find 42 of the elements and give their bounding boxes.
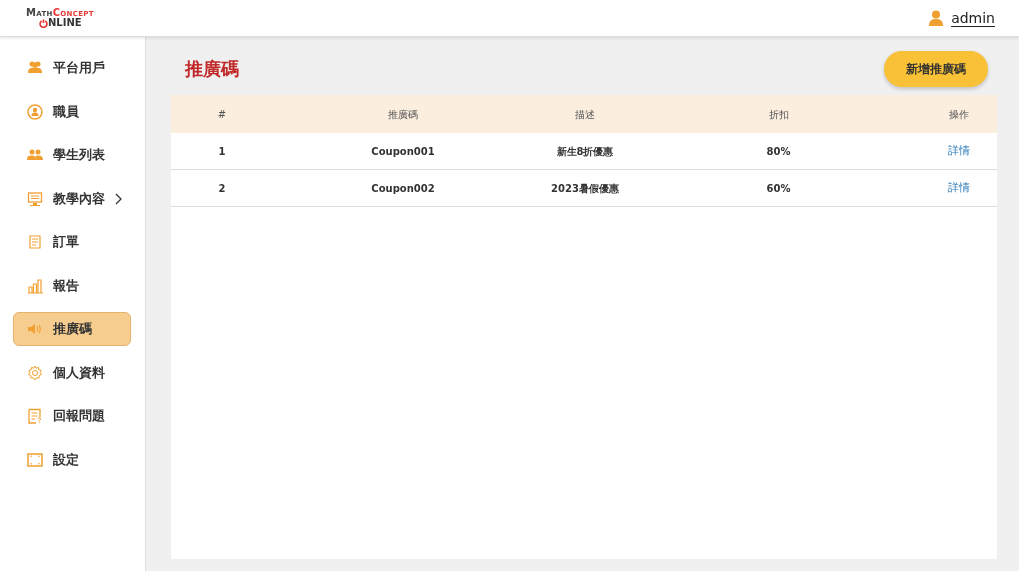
- user-link[interactable]: admin: [951, 7, 995, 29]
- sidebar-item[interactable]: 個人資料: [13, 355, 131, 390]
- table-cell-text: Coupon001: [370, 144, 436, 159]
- sidebar-item[interactable]: 推廣碼: [13, 312, 131, 346]
- add-coupon-button[interactable]: 新增推廣碼: [884, 51, 988, 87]
- sidebar-item[interactable]: 平台用戶: [13, 51, 131, 85]
- speaker-icon: [27, 321, 43, 337]
- table-cell-text: 2: [217, 181, 227, 196]
- column-header: 描述: [574, 107, 596, 122]
- person-circle-icon: [27, 103, 43, 120]
- logo-text: NLINE: [48, 18, 82, 28]
- table-cell-text: 2023暑假優惠: [550, 181, 620, 196]
- details-link[interactable]: 詳情: [947, 143, 970, 157]
- users-icon: [27, 60, 43, 76]
- receipt-icon: [27, 234, 43, 250]
- sidebar-item[interactable]: 設定: [13, 442, 131, 477]
- column-header: 操作: [947, 107, 970, 122]
- monitor-icon: [27, 190, 43, 207]
- logo-text: MathConcept: [26, 7, 94, 18]
- table-cell-text: 新生8折優惠: [555, 144, 615, 159]
- column-header: 推廣碼: [387, 107, 419, 122]
- power-icon: [39, 18, 48, 28]
- sidebar-item[interactable]: 教學內容: [13, 181, 131, 216]
- table-cell-text: Coupon002: [370, 181, 436, 196]
- table-cell-text: 1: [217, 144, 227, 159]
- user-icon: [929, 10, 944, 26]
- frame-icon: [27, 451, 43, 468]
- page-title: 推廣碼: [185, 57, 239, 81]
- sidebar-item[interactable]: 回報問題: [13, 399, 131, 433]
- details-link[interactable]: 詳情: [947, 180, 970, 194]
- sidebar-item[interactable]: 職員: [13, 94, 131, 129]
- sidebar-item[interactable]: 訂單: [13, 225, 131, 259]
- column-header: #: [216, 107, 228, 122]
- sidebar-item[interactable]: 學生列表: [13, 138, 131, 172]
- report-icon: [27, 408, 43, 424]
- people-icon: [27, 147, 43, 163]
- sidebar-item[interactable]: 報告: [13, 268, 131, 303]
- table-cell-text: 80%: [765, 144, 792, 159]
- gear-icon: [27, 364, 43, 381]
- column-header: 折扣: [767, 107, 790, 122]
- bar-chart-icon: [27, 277, 43, 294]
- table-cell-text: 60%: [765, 181, 792, 196]
